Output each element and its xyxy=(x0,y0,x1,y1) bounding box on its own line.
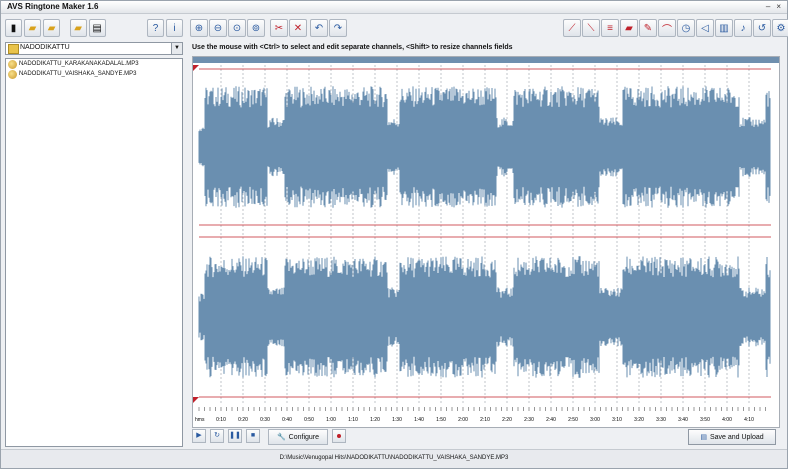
save-label: Save and Upload xyxy=(709,433,764,441)
zoom-out-icon[interactable]: ⊖ xyxy=(209,19,227,37)
folder-add-icon[interactable]: ▰ xyxy=(24,19,42,37)
fade-in-icon[interactable]: ⟋ xyxy=(563,19,581,37)
file-browser-pane: ▮ ▰ ▰ ▰ ▤ ? i NADODIKATTU ▼ NADODIKATTU_… xyxy=(5,15,185,447)
edit-hint: Use the mouse with <Ctrl> to select and … xyxy=(192,44,513,51)
play-button[interactable]: ▶ xyxy=(192,429,206,443)
ruler-label: 1:10 xyxy=(348,417,358,423)
playback-controls: ▶ ↻ ❚❚ ■ 🔧 Configure ▤ Save and Upload xyxy=(190,429,782,447)
delete-icon[interactable]: ✕ xyxy=(289,19,307,37)
configure-button[interactable]: 🔧 Configure xyxy=(268,429,328,445)
audio-file-icon xyxy=(8,69,17,79)
folder-open-icon[interactable]: ▮ xyxy=(5,19,23,37)
list-item[interactable]: NADODIKATTU_KARAKANAKADALAL.MP3 xyxy=(6,59,182,69)
ruler-label: 1:50 xyxy=(436,417,446,423)
ruler-label: 1:20 xyxy=(370,417,380,423)
list-item[interactable]: NADODIKATTU_VAISHAKA_SANDYE.MP3 xyxy=(6,69,182,79)
record-button[interactable] xyxy=(332,429,346,443)
ruler-label: 2:10 xyxy=(480,417,490,423)
ruler-label: 0:10 xyxy=(216,417,226,423)
ruler-label: 2:50 xyxy=(568,417,578,423)
waveform-canvas[interactable]: hms 0:10 0:20 0:30 0:40 0:50 1:00 1:10 1:20 1:30 1… xyxy=(193,65,779,427)
folder-icon[interactable]: ▰ xyxy=(69,19,87,37)
loop-button[interactable]: ↻ xyxy=(210,429,224,443)
ruler-label: 1:00 xyxy=(326,417,336,423)
chevron-down-icon[interactable]: ▼ xyxy=(171,43,182,54)
folder-icon xyxy=(8,44,19,54)
ruler-label: 3:10 xyxy=(612,417,622,423)
settings-icon[interactable]: ⚙ xyxy=(772,19,788,37)
waveform-editor[interactable]: hms 0:10 0:20 0:30 0:40 0:50 1:00 1:10 1:20 1:30 1… xyxy=(192,56,780,428)
right-channel-waveform xyxy=(198,256,771,378)
folder-up-icon[interactable]: ▰ xyxy=(43,19,61,37)
ruler-label: 3:50 xyxy=(700,417,710,423)
ruler-label: 2:40 xyxy=(546,417,556,423)
pencil-icon[interactable]: ✎ xyxy=(639,19,657,37)
invert-icon[interactable]: ⌒ xyxy=(658,19,676,37)
title-bar: AVS Ringtone Maker 1.6 – × xyxy=(1,1,787,14)
ruler-label: 1:30 xyxy=(392,417,402,423)
window-title: AVS Ringtone Maker 1.6 xyxy=(7,2,99,11)
end-marker-icon[interactable] xyxy=(193,397,199,403)
ruler-label: 3:00 xyxy=(590,417,600,423)
file-name: NADODIKATTU_KARAKANAKADALAL.MP3 xyxy=(19,61,139,67)
ruler-label: 1:40 xyxy=(414,417,424,423)
record-dot-icon xyxy=(337,434,341,438)
close-button[interactable]: × xyxy=(776,2,781,11)
ruler-label: 3:40 xyxy=(678,417,688,423)
eraser-icon[interactable]: ▰ xyxy=(620,19,638,37)
overview-bar[interactable] xyxy=(193,57,779,63)
pitch-icon[interactable]: ♪ xyxy=(734,19,752,37)
folder-select[interactable]: NADODIKATTU ▼ xyxy=(5,42,183,55)
redo-icon[interactable]: ↷ xyxy=(329,19,347,37)
speaker-icon[interactable]: ◁ xyxy=(696,19,714,37)
normalize-icon[interactable]: ≡ xyxy=(601,19,619,37)
ruler-label: hms xyxy=(195,417,205,423)
pause-button[interactable]: ❚❚ xyxy=(228,429,242,443)
ruler-label: 0:50 xyxy=(304,417,314,423)
wrench-icon: 🔧 xyxy=(276,434,286,441)
editor-toolbar: ⊕ ⊖ ⊙ ⊚ ✂ ✕ ↶ ↷ ⟋ ⟍ ≡ ▰ ✎ ⌒ ◷ ◁ ▥ ♪ ↺ ⚙ xyxy=(190,17,788,39)
ruler-label: 0:30 xyxy=(260,417,270,423)
file-name: NADODIKATTU_VAISHAKA_SANDYE.MP3 xyxy=(19,71,137,77)
audio-file-icon xyxy=(8,59,17,69)
editor-pane: ⊕ ⊖ ⊙ ⊚ ✂ ✕ ↶ ↷ ⟋ ⟍ ≡ ▰ ✎ ⌒ ◷ ◁ ▥ ♪ ↺ ⚙ … xyxy=(190,15,788,447)
cut-icon[interactable]: ✂ xyxy=(270,19,288,37)
ruler-label: 3:30 xyxy=(656,417,666,423)
app-window: AVS Ringtone Maker 1.6 – × ▮ ▰ ▰ ▰ ▤ ? i… xyxy=(0,0,788,469)
start-marker-icon[interactable] xyxy=(193,65,199,71)
ruler-label: 0:40 xyxy=(282,417,292,423)
file-toolbar: ▮ ▰ ▰ ▰ ▤ ? i xyxy=(5,17,185,39)
ruler-label: 2:20 xyxy=(502,417,512,423)
status-file-path: D:\Music\Venugopal Hits\NADODIKATTU\NADO… xyxy=(279,455,509,461)
undo-icon[interactable]: ↶ xyxy=(310,19,328,37)
zoom-in-icon[interactable]: ⊕ xyxy=(190,19,208,37)
folder-select-value: NADODIKATTU xyxy=(20,44,70,51)
save-and-upload-button[interactable]: ▤ Save and Upload xyxy=(688,429,776,445)
ruler-label: 2:00 xyxy=(458,417,468,423)
list-icon[interactable]: ▤ xyxy=(88,19,106,37)
status-bar: D:\Music\Venugopal Hits\NADODIKATTU\NADO… xyxy=(1,449,787,468)
ruler-label: 3:20 xyxy=(634,417,644,423)
equalizer-icon[interactable]: ▥ xyxy=(715,19,733,37)
ruler-label: 0:20 xyxy=(238,417,248,423)
ruler-label: 2:30 xyxy=(524,417,534,423)
file-list: NADODIKATTU_KARAKANAKADALAL.MP3 NADODIKA… xyxy=(5,58,183,447)
time-ruler: hms 0:10 0:20 0:30 0:40 0:50 1:00 1:10 1:20 1:30 1… xyxy=(195,407,766,423)
left-channel-waveform xyxy=(198,86,771,208)
repeat-icon[interactable]: ↺ xyxy=(753,19,771,37)
stopwatch-icon[interactable]: ◷ xyxy=(677,19,695,37)
save-icon: ▤ xyxy=(700,434,707,441)
info-icon[interactable]: i xyxy=(166,19,184,37)
fade-out-icon[interactable]: ⟍ xyxy=(582,19,600,37)
ruler-label: 4:00 xyxy=(722,417,732,423)
help-icon[interactable]: ? xyxy=(146,19,164,37)
ruler-label: 4:10 xyxy=(744,417,754,423)
minimize-button[interactable]: – xyxy=(766,2,770,11)
configure-label: Configure xyxy=(288,433,320,441)
zoom-all-icon[interactable]: ⊚ xyxy=(247,19,265,37)
zoom-selection-icon[interactable]: ⊙ xyxy=(228,19,246,37)
stop-button[interactable]: ■ xyxy=(246,429,260,443)
